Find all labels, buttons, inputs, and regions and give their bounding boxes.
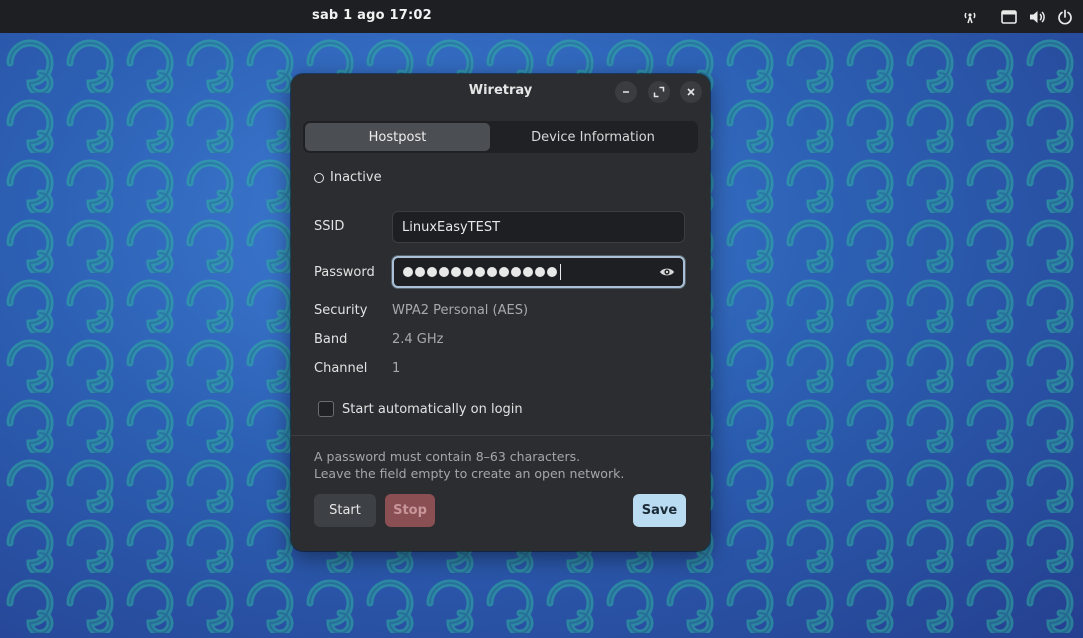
minimize-button[interactable] bbox=[615, 81, 637, 103]
password-dot bbox=[475, 267, 485, 277]
password-dot bbox=[499, 267, 509, 277]
start-button[interactable]: Start bbox=[314, 494, 376, 527]
clock[interactable]: sab 1 ago 17:02 bbox=[312, 8, 432, 23]
close-icon bbox=[687, 88, 695, 96]
password-dot bbox=[547, 267, 557, 277]
divider bbox=[291, 435, 710, 436]
band-label: Band bbox=[314, 332, 348, 347]
title-bar[interactable]: Wiretray bbox=[291, 74, 710, 108]
hotspot-icon[interactable] bbox=[961, 8, 979, 26]
password-dot bbox=[535, 267, 545, 277]
tab-switcher: Hostpost Device Information bbox=[303, 121, 698, 153]
password-dot bbox=[523, 267, 533, 277]
autostart-checkbox[interactable] bbox=[318, 401, 334, 417]
wiretray-window: Wiretray Hostpost Device Information Ina… bbox=[291, 74, 710, 551]
password-dot bbox=[403, 267, 413, 277]
hint-open-network: Leave the field empty to create an open … bbox=[314, 466, 625, 481]
channel-label: Channel bbox=[314, 361, 368, 376]
close-button[interactable] bbox=[680, 81, 702, 103]
hotspot-status: Inactive bbox=[314, 170, 382, 185]
channel-value: 1 bbox=[392, 361, 401, 376]
password-dot bbox=[427, 267, 437, 277]
ssid-value: LinuxEasyTEST bbox=[402, 219, 501, 235]
password-dot bbox=[415, 267, 425, 277]
ssid-label: SSID bbox=[314, 219, 345, 234]
eye-icon[interactable] bbox=[659, 265, 675, 279]
band-value: 2.4 GHz bbox=[392, 332, 444, 347]
maximize-button[interactable] bbox=[648, 81, 670, 103]
window-icon[interactable] bbox=[1000, 8, 1018, 26]
autostart-label: Start automatically on login bbox=[342, 401, 523, 417]
status-circle-icon bbox=[314, 172, 324, 183]
volume-icon[interactable] bbox=[1028, 8, 1046, 26]
password-label: Password bbox=[314, 265, 375, 280]
maximize-icon bbox=[653, 86, 665, 98]
text-caret bbox=[560, 264, 561, 280]
save-button[interactable]: Save bbox=[633, 494, 686, 527]
password-dot bbox=[511, 267, 521, 277]
status-label: Inactive bbox=[330, 170, 382, 185]
password-input[interactable] bbox=[392, 256, 685, 288]
ssid-input[interactable]: LinuxEasyTEST bbox=[392, 211, 685, 243]
password-dot bbox=[439, 267, 449, 277]
hint-password-length: A password must contain 8–63 characters. bbox=[314, 449, 581, 464]
power-icon[interactable] bbox=[1056, 8, 1074, 26]
stop-button[interactable]: Stop bbox=[385, 494, 435, 527]
tab-hostpost[interactable]: Hostpost bbox=[305, 123, 490, 151]
password-dot bbox=[451, 267, 461, 277]
password-dot bbox=[487, 267, 497, 277]
tab-device-information[interactable]: Device Information bbox=[490, 123, 696, 151]
password-dot bbox=[463, 267, 473, 277]
minimize-icon bbox=[623, 91, 629, 93]
top-bar: sab 1 ago 17:02 bbox=[0, 0, 1083, 33]
security-value: WPA2 Personal (AES) bbox=[392, 303, 529, 318]
security-label: Security bbox=[314, 303, 368, 318]
password-mask bbox=[403, 264, 561, 280]
autostart-checkbox-row[interactable]: Start automatically on login bbox=[318, 401, 523, 417]
